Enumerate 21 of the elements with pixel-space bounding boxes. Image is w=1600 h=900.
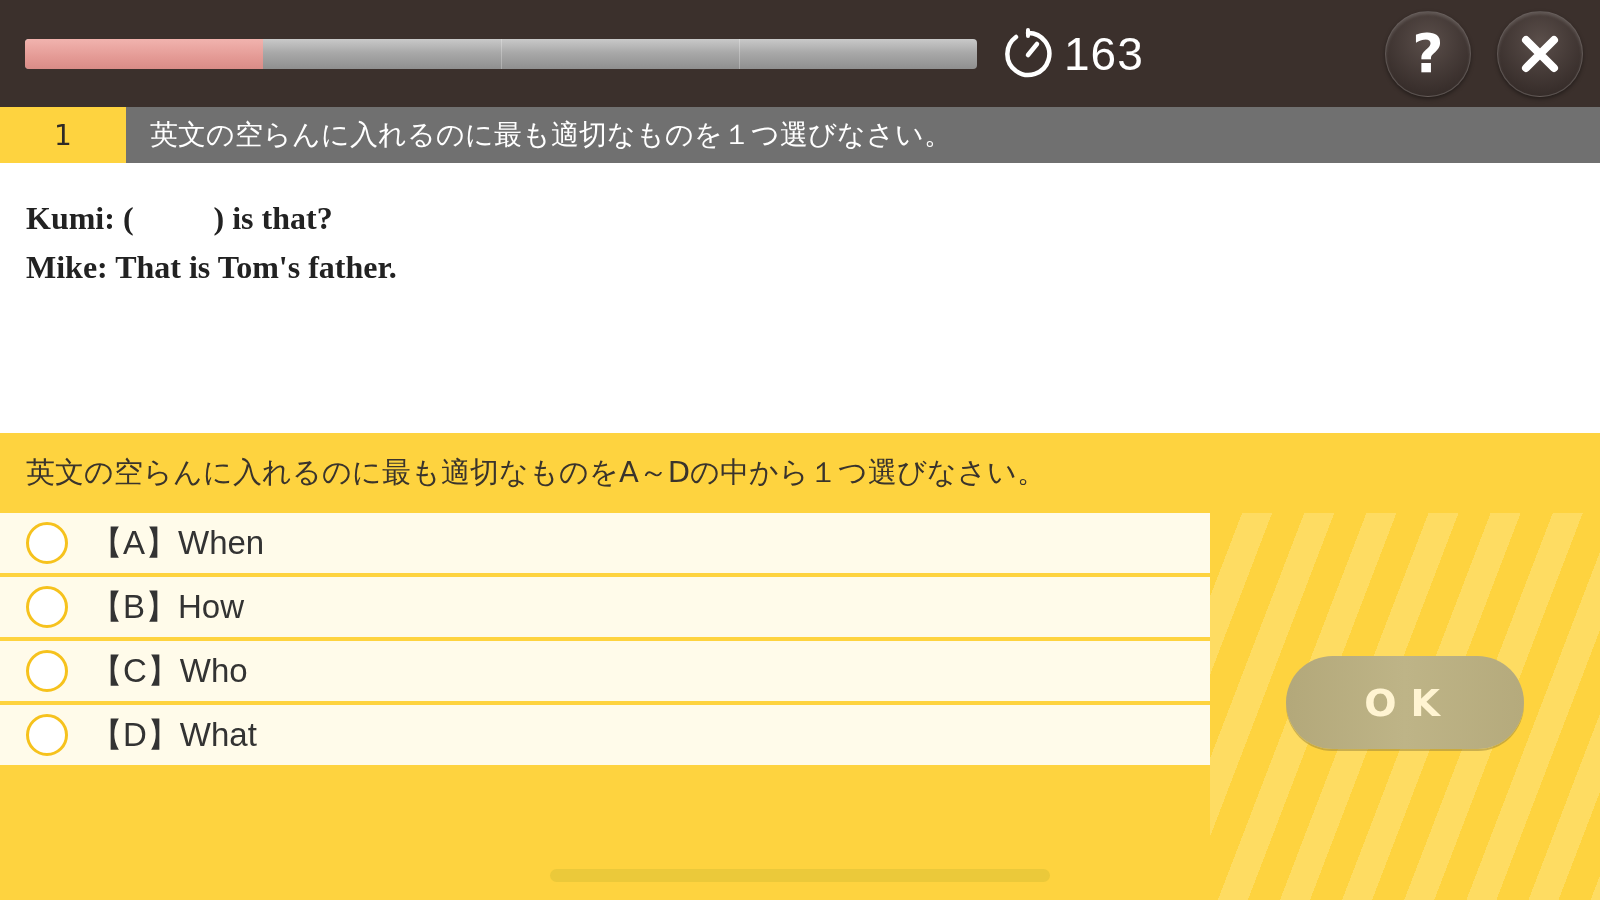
option-label: 【C】Who <box>90 650 248 691</box>
radio-button[interactable] <box>26 650 68 692</box>
question-prompt: 英文の空らんに入れるのに最も適切なものを１つ選びなさい。 <box>126 107 1600 163</box>
answer-option[interactable]: 【D】What <box>0 705 1210 765</box>
stopwatch-icon <box>1002 27 1054 80</box>
answer-option[interactable]: 【B】How <box>0 577 1210 637</box>
radio-button[interactable] <box>26 714 68 756</box>
dialogue-line: Kumi: ( ) is that? <box>26 199 333 238</box>
timer-value: 163 <box>1064 26 1144 81</box>
radio-button[interactable] <box>26 586 68 628</box>
dialogue-line: Mike: That is Tom's father. <box>26 248 397 287</box>
option-label: 【B】How <box>90 586 245 627</box>
help-button[interactable]: ? <box>1385 10 1471 97</box>
option-label: 【D】What <box>90 714 257 755</box>
answer-option[interactable]: 【C】Who <box>0 641 1210 701</box>
answer-option[interactable]: 【A】When <box>0 513 1210 573</box>
answer-instruction: 英文の空らんに入れるのに最も適切なものをA～Dの中から１つ選びなさい。 <box>25 454 1048 491</box>
option-label: 【A】When <box>90 522 265 563</box>
close-icon <box>1520 33 1560 74</box>
radio-button[interactable] <box>26 522 68 564</box>
question-number: 1 <box>0 107 126 163</box>
